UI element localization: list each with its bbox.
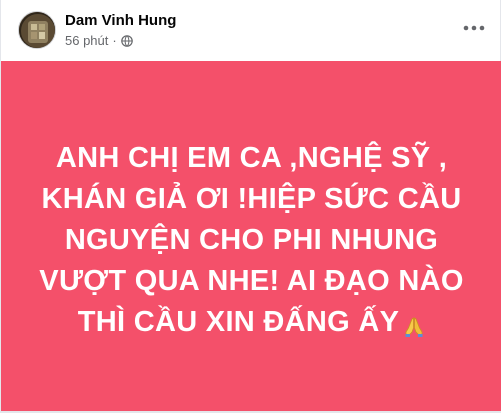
post-time[interactable]: 56 phút	[65, 33, 108, 48]
folded-hands-icon	[403, 309, 425, 338]
status-text: ANH CHỊ EM CA ,NGHỆ SỸ , KHÁN GIẢ ƠI !HI…	[31, 138, 472, 343]
globe-icon[interactable]	[120, 34, 133, 47]
avatar-image	[19, 12, 55, 48]
status-background-banner: ANH CHỊ EM CA ,NGHỆ SỸ , KHÁN GIẢ ƠI !HI…	[1, 61, 501, 411]
more-horizontal-icon	[463, 25, 485, 31]
post-header: Dam Vinh Hung 56 phút ·	[1, 0, 501, 60]
facebook-post: Dam Vinh Hung 56 phút · ANH CHỊ EM CA ,N…	[0, 0, 501, 413]
status-line: KHÁN GIẢ ƠI !HIỆP SỨC CẦU	[41, 183, 462, 215]
status-line: THÌ CẦU XIN ĐẤNG ẤY	[77, 306, 400, 338]
status-line: NGUYỆN CHO PHI NHUNG	[64, 224, 439, 256]
post-meta: 56 phút ·	[65, 33, 133, 48]
avatar[interactable]	[18, 11, 56, 49]
more-options-button[interactable]	[459, 16, 489, 40]
status-line: ANH CHỊ EM CA ,NGHỆ SỸ ,	[55, 142, 448, 174]
author-name[interactable]: Dam Vinh Hung	[65, 12, 176, 29]
status-line: VƯỢT QUA NHE! AI ĐẠO NÀO	[39, 265, 464, 297]
meta-separator: ·	[112, 33, 117, 48]
status-line-last: THÌ CẦU XIN ĐẤNG ẤY	[31, 302, 472, 343]
